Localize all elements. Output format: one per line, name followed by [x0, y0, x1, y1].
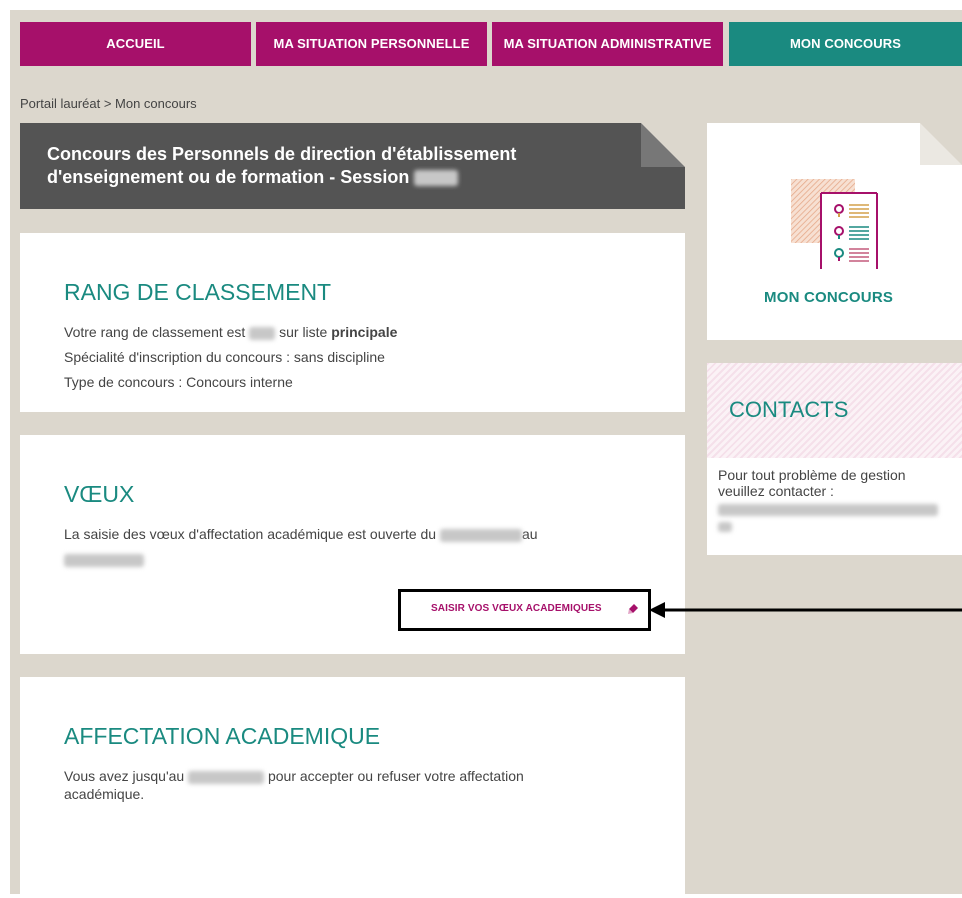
- page-background: ACCUEIL MA SITUATION PERSONNELLE MA SITU…: [10, 10, 962, 894]
- redacted-email-end: [718, 522, 732, 533]
- contacts-instruction: Pour tout problème de gestion veuillez c…: [718, 467, 906, 499]
- redacted-session: [414, 170, 459, 187]
- voeux-title: VŒUX: [64, 481, 135, 507]
- contacts-title: CONTACTS: [729, 397, 849, 422]
- page-title: Concours des Personnels de direction d'é…: [47, 143, 607, 189]
- voeux-text-prefix: La saisie des vœux d'affectation académi…: [64, 526, 437, 542]
- concours-document-icon: [791, 179, 878, 269]
- rang-line2: Spécialité d'inscription du concours : s…: [64, 349, 385, 365]
- contacts-header: CONTACTS: [707, 363, 962, 458]
- contacts-text: Pour tout problème de gestion veuillez c…: [718, 467, 953, 533]
- banner-corner-fold: [641, 123, 685, 167]
- saisir-voeux-link[interactable]: SAISIR VOS VŒUX ACADEMIQUES: [431, 603, 602, 614]
- affectation-prefix: Vous avez jusqu'au: [64, 768, 185, 784]
- rang-liste: principale: [331, 324, 398, 340]
- redacted-rank: [249, 326, 276, 340]
- rang-line1: Votre rang de classement est sur liste p…: [64, 320, 397, 345]
- contacts-card: CONTACTS Pour tout problème de gestion v…: [707, 363, 962, 555]
- mon-concours-label: MON CONCOURS: [764, 289, 894, 306]
- redacted-date-end: [64, 553, 144, 567]
- rang-line3: Type de concours : Concours interne: [64, 374, 293, 390]
- breadcrumb: Portail lauréat > Mon concours: [20, 96, 197, 111]
- saisir-voeux-highlight: SAISIR VOS VŒUX ACADEMIQUES: [398, 589, 651, 631]
- redacted-date-start: [439, 528, 522, 542]
- rang-card: RANG DE CLASSEMENT Votre rang de classem…: [20, 233, 685, 412]
- tile-corner-fold: [920, 123, 962, 165]
- nav-situation-administrative[interactable]: MA SITUATION ADMINISTRATIVE: [492, 22, 723, 66]
- affectation-title: AFFECTATION ACADEMIQUE: [64, 723, 381, 749]
- affectation-card: AFFECTATION ACADEMIQUE Vous avez jusqu'a…: [20, 677, 685, 894]
- redacted-email: [718, 504, 938, 517]
- rang-mid: sur liste: [279, 324, 328, 340]
- pencil-icon: [628, 604, 638, 614]
- rang-title: RANG DE CLASSEMENT: [64, 279, 332, 305]
- nav-mon-concours[interactable]: MON CONCOURS: [729, 22, 962, 66]
- rang-prefix: Votre rang de classement est: [64, 324, 246, 340]
- voeux-text: La saisie des vœux d'affectation académi…: [64, 522, 624, 572]
- page-title-banner: Concours des Personnels de direction d'é…: [20, 123, 685, 209]
- voeux-text-mid: au: [521, 526, 538, 542]
- main-nav: ACCUEIL MA SITUATION PERSONNELLE MA SITU…: [20, 22, 962, 66]
- affectation-text: Vous avez jusqu'au pour accepter ou refu…: [64, 767, 584, 803]
- nav-accueil[interactable]: ACCUEIL: [20, 22, 251, 66]
- nav-situation-personnelle[interactable]: MA SITUATION PERSONNELLE: [256, 22, 487, 66]
- redacted-deadline: [188, 770, 265, 784]
- pointer-arrow: [649, 602, 962, 618]
- mon-concours-tile[interactable]: MON CONCOURS: [707, 123, 962, 340]
